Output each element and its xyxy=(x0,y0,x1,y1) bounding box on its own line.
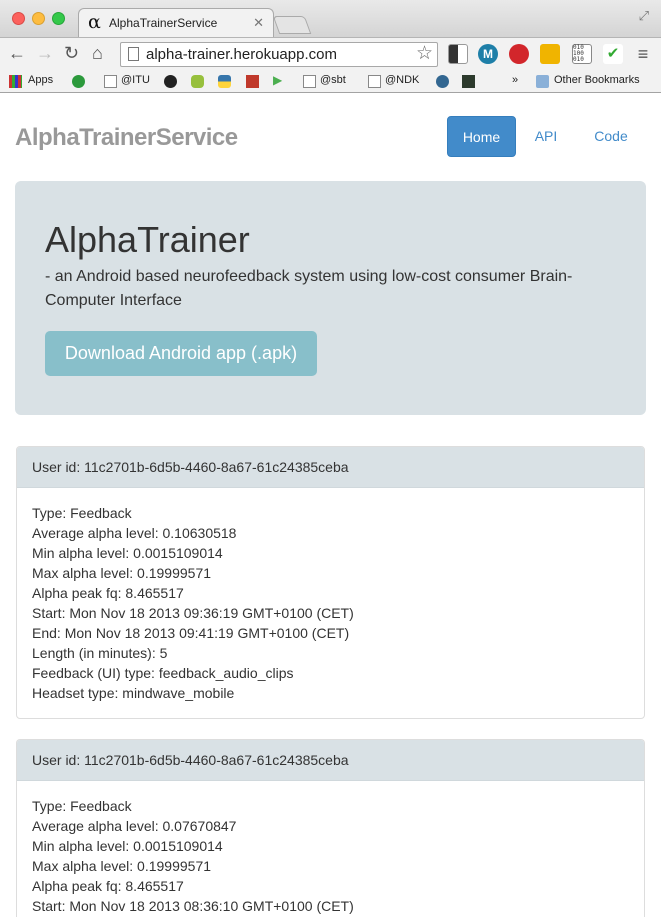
session-feedback-type: Feedback (UI) type: feedback_audio_clips xyxy=(32,665,294,681)
window-titlebar: α AlphaTrainerService ✕ ⤢ xyxy=(0,0,661,38)
session-panel: User id: 11c2701b-6d5b-4460-8a67-61c2438… xyxy=(16,446,645,719)
more-bookmarks-icon[interactable]: » xyxy=(512,74,518,86)
tab-title: AlphaTrainerService xyxy=(109,16,218,30)
session-alpha-peak: Alpha peak fq: 8.465517 xyxy=(32,585,184,601)
tab-close-icon[interactable]: ✕ xyxy=(253,15,264,31)
bookmark-other[interactable]: Other Bookmarks xyxy=(554,74,640,86)
leaf-icon[interactable] xyxy=(462,75,475,88)
close-window-button[interactable] xyxy=(12,12,25,25)
session-average-alpha: Average alpha level: 0.10630518 xyxy=(32,525,237,541)
browser-toolbar: ← → ↻ ⌂ alpha-trainer.herokuapp.com ☆ xyxy=(0,37,661,70)
nav-api[interactable]: API xyxy=(521,116,571,157)
bookmark-sbt[interactable]: @sbt xyxy=(320,74,346,86)
session-min-alpha: Min alpha level: 0.0015109014 xyxy=(32,838,223,854)
apps-icon xyxy=(9,75,22,88)
page-icon xyxy=(303,75,316,88)
download-apk-button[interactable]: Download Android app (.apk) xyxy=(45,331,317,376)
jumbotron: AlphaTrainer - an Android based neurofee… xyxy=(15,181,646,415)
session-end: End: Mon Nov 18 2013 09:41:19 GMT+0100 (… xyxy=(32,625,350,641)
session-average-alpha: Average alpha level: 0.07670847 xyxy=(32,818,237,834)
jumbotron-description: - an Android based neurofeedback system … xyxy=(45,268,573,309)
play-icon[interactable]: ▶ xyxy=(273,73,282,87)
nav-code[interactable]: Code xyxy=(580,116,642,157)
jumbotron-title: AlphaTrainer xyxy=(45,219,250,260)
session-details: Type: Feedback Average alpha level: 0.07… xyxy=(17,781,644,916)
page-icon xyxy=(104,75,117,88)
python-icon[interactable] xyxy=(218,75,231,88)
home-icon[interactable]: ⌂ xyxy=(92,43,103,63)
session-length: Length (in minutes): 5 xyxy=(32,645,168,661)
session-type: Type: Feedback xyxy=(32,798,132,814)
session-user-id: User id: 11c2701b-6d5b-4460-8a67-61c2438… xyxy=(17,447,644,488)
nav-home[interactable]: Home xyxy=(447,116,516,157)
adblock-extension-icon[interactable] xyxy=(509,44,529,64)
fullscreen-icon[interactable]: ⤢ xyxy=(639,8,649,24)
site-brand[interactable]: AlphaTrainerService xyxy=(15,124,238,152)
page-icon xyxy=(368,75,381,88)
binary-extension-icon[interactable]: 010 100 010 xyxy=(572,44,592,64)
session-max-alpha: Max alpha level: 0.19999571 xyxy=(32,565,212,581)
page-icon xyxy=(128,47,139,61)
duck-extension-icon[interactable] xyxy=(540,44,560,64)
green-circle-icon[interactable] xyxy=(72,75,85,88)
session-headset-type: Headset type: mindwave_mobile xyxy=(32,685,235,701)
minimize-window-button[interactable] xyxy=(32,12,45,25)
session-start: Start: Mon Nov 18 2013 09:36:19 GMT+0100… xyxy=(32,605,354,621)
browser-tab[interactable]: α AlphaTrainerService ✕ xyxy=(78,8,274,38)
url-text[interactable]: alpha-trainer.herokuapp.com xyxy=(146,46,337,63)
session-min-alpha: Min alpha level: 0.0015109014 xyxy=(32,545,223,561)
postgres-icon[interactable] xyxy=(436,75,449,88)
delicious-extension-icon[interactable] xyxy=(448,44,468,64)
github-icon[interactable] xyxy=(164,75,177,88)
bookmark-apps[interactable]: Apps xyxy=(28,74,53,86)
bookmark-star-icon[interactable]: ☆ xyxy=(416,44,433,64)
reload-icon[interactable]: ↻ xyxy=(64,43,79,63)
new-tab-button[interactable] xyxy=(272,16,312,34)
session-alpha-peak: Alpha peak fq: 8.465517 xyxy=(32,878,184,894)
session-start: Start: Mon Nov 18 2013 08:36:10 GMT+0100… xyxy=(32,898,354,914)
address-bar[interactable]: alpha-trainer.herokuapp.com ☆ xyxy=(120,42,438,67)
bookmark-itu[interactable]: @ITU xyxy=(121,74,150,86)
chrome-menu-icon[interactable]: ≡ xyxy=(633,44,653,64)
android-icon[interactable] xyxy=(191,75,204,88)
bookmarks-bar: Apps @ITU ▶ @sbt @NDK » Other Bookmarks xyxy=(0,70,661,93)
forward-icon[interactable]: → xyxy=(36,43,54,63)
session-details: Type: Feedback Average alpha level: 0.10… xyxy=(17,488,644,703)
back-icon[interactable]: ← xyxy=(8,43,26,63)
session-max-alpha: Max alpha level: 0.19999571 xyxy=(32,858,212,874)
session-type: Type: Feedback xyxy=(32,505,132,521)
bookmark-ndk[interactable]: @NDK xyxy=(385,74,419,86)
folder-icon xyxy=(536,75,549,88)
alpha-favicon-icon: α xyxy=(88,11,101,33)
session-user-id: User id: 11c2701b-6d5b-4460-8a67-61c2438… xyxy=(17,740,644,781)
zoom-window-button[interactable] xyxy=(52,12,65,25)
red-folder-icon[interactable] xyxy=(246,75,259,88)
spellcheck-extension-icon[interactable]: ✔ xyxy=(603,44,623,64)
session-panel: User id: 11c2701b-6d5b-4460-8a67-61c2438… xyxy=(16,739,645,917)
m-extension-icon[interactable]: M xyxy=(478,44,498,64)
